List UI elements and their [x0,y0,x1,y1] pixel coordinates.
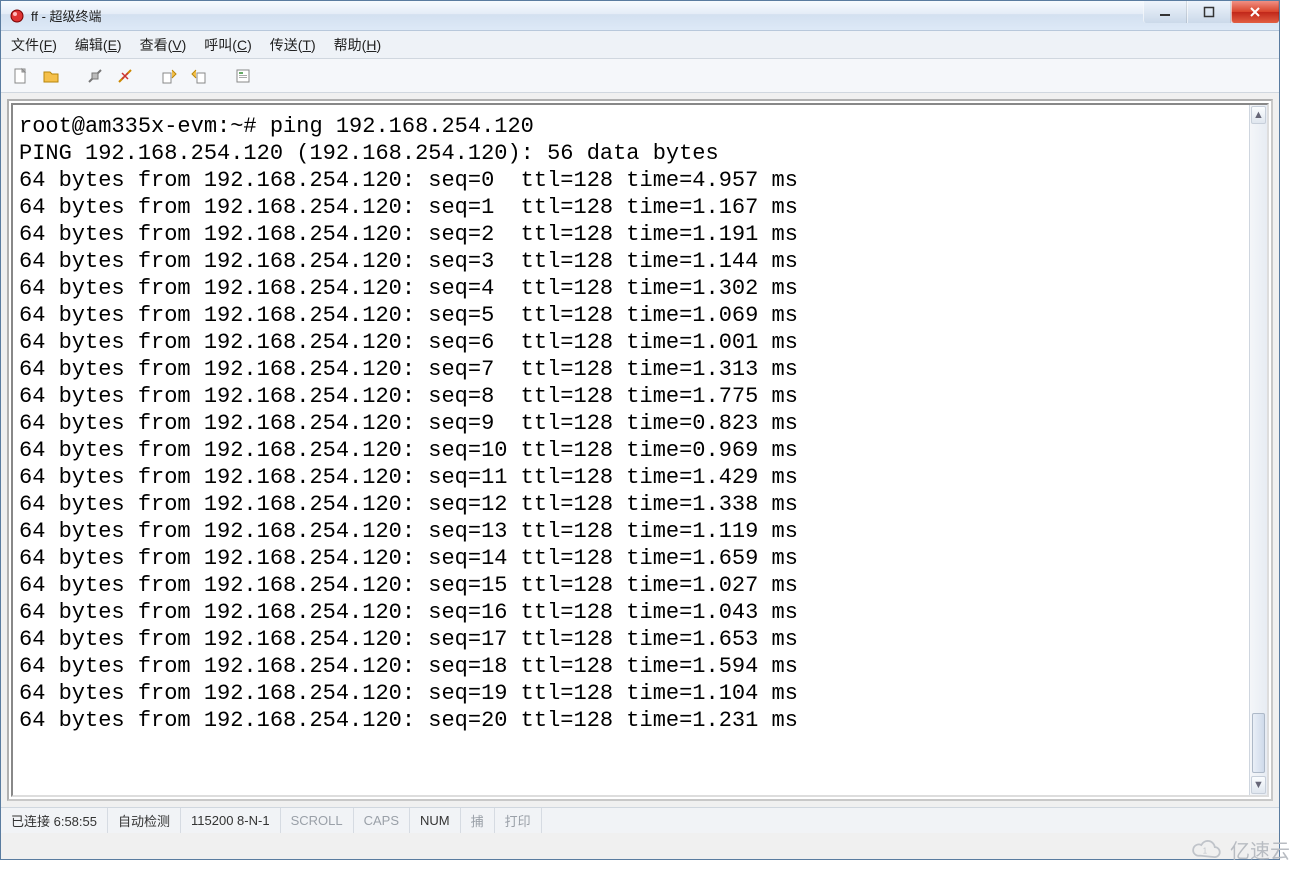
connect-button[interactable] [83,64,107,88]
menu-transfer[interactable]: 传送(T) [270,35,316,55]
menu-edit[interactable]: 编辑(E) [75,35,122,55]
status-capture: 捕 [461,808,495,833]
status-caps: CAPS [354,808,410,833]
status-scroll: SCROLL [281,808,354,833]
status-bar: 已连接 6:58:55 自动检测 115200 8-N-1 SCROLL CAP… [1,807,1279,833]
window-title: ff - 超级终端 [31,6,102,25]
terminal-output[interactable]: root@am335x-evm:~# ping 192.168.254.120 … [13,105,1267,795]
terminal-frame: root@am335x-evm:~# ping 192.168.254.120 … [7,99,1273,801]
properties-button[interactable] [231,64,255,88]
close-button[interactable] [1231,1,1279,23]
menu-bar: 文件(F) 编辑(E) 查看(V) 呼叫(C) 传送(T) 帮助(H) [1,31,1279,59]
menu-help[interactable]: 帮助(H) [334,35,381,55]
status-detect: 自动检测 [108,808,181,833]
status-num: NUM [410,808,461,833]
app-window: ff - 超级终端 文件(F) 编辑(E) 查看(V) 呼叫(C) 传送(T) … [0,0,1280,860]
watermark: 1 亿速云 [1190,835,1290,864]
title-bar[interactable]: ff - 超级终端 [1,1,1279,31]
status-serial: 115200 8-N-1 [181,808,281,833]
svg-text:1: 1 [1203,846,1207,855]
vertical-scrollbar[interactable]: ▲ ▼ [1249,105,1267,795]
watermark-text: 亿速云 [1230,835,1290,864]
scroll-thumb[interactable] [1252,713,1265,773]
menu-call[interactable]: 呼叫(C) [204,35,251,55]
receive-button[interactable] [187,64,211,88]
maximize-button[interactable] [1187,1,1231,23]
window-controls [1143,1,1279,23]
tool-bar [1,59,1279,93]
cloud-icon: 1 [1190,839,1224,861]
scroll-up-arrow[interactable]: ▲ [1251,106,1266,124]
new-file-button[interactable] [9,64,33,88]
minimize-button[interactable] [1143,1,1187,23]
status-connection: 已连接 6:58:55 [1,808,108,833]
scroll-track[interactable] [1250,125,1267,775]
status-print: 打印 [495,808,542,833]
open-file-button[interactable] [39,64,63,88]
app-icon [9,8,25,24]
disconnect-button[interactable] [113,64,137,88]
menu-file[interactable]: 文件(F) [11,35,57,55]
scroll-down-arrow[interactable]: ▼ [1251,776,1266,794]
menu-view[interactable]: 查看(V) [140,35,187,55]
send-button[interactable] [157,64,181,88]
